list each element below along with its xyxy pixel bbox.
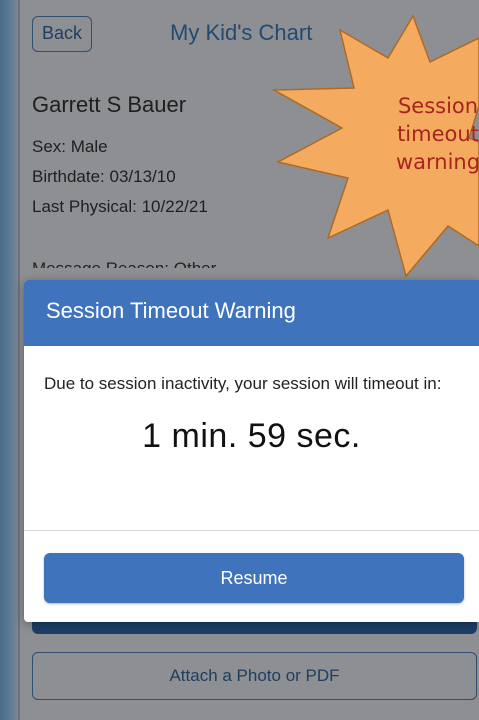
session-timeout-dialog: Session Timeout Warning Due to session i… [24, 280, 479, 622]
dialog-divider [24, 530, 479, 531]
dialog-body: Due to session inactivity, your session … [24, 346, 479, 456]
message-reason: Message Reason: Other [32, 256, 216, 268]
patient-last-physical: Last Physical: 10/22/21 [32, 197, 208, 216]
annotation-label: Session timeout warning [395, 94, 479, 174]
dialog-header: Session Timeout Warning [24, 280, 479, 346]
patient-name: Garrett S Bauer [32, 92, 187, 117]
patient-info: Garrett S Bauer Sex: Male Birthdate: 03/… [32, 92, 208, 222]
attach-photo-button[interactable]: Attach a Photo or PDF [32, 652, 477, 700]
dialog-message: Due to session inactivity, your session … [44, 374, 442, 393]
patient-sex: Sex: Male [32, 137, 108, 156]
patient-birthdate: Birthdate: 03/13/10 [32, 167, 176, 186]
resume-button[interactable]: Resume [44, 553, 464, 603]
starburst-annotation: Session timeout warning [258, 0, 479, 282]
dialog-title: Session Timeout Warning [46, 298, 296, 323]
back-button[interactable]: Back [32, 16, 92, 52]
countdown-timer: 1 min. 59 sec. [142, 417, 361, 455]
